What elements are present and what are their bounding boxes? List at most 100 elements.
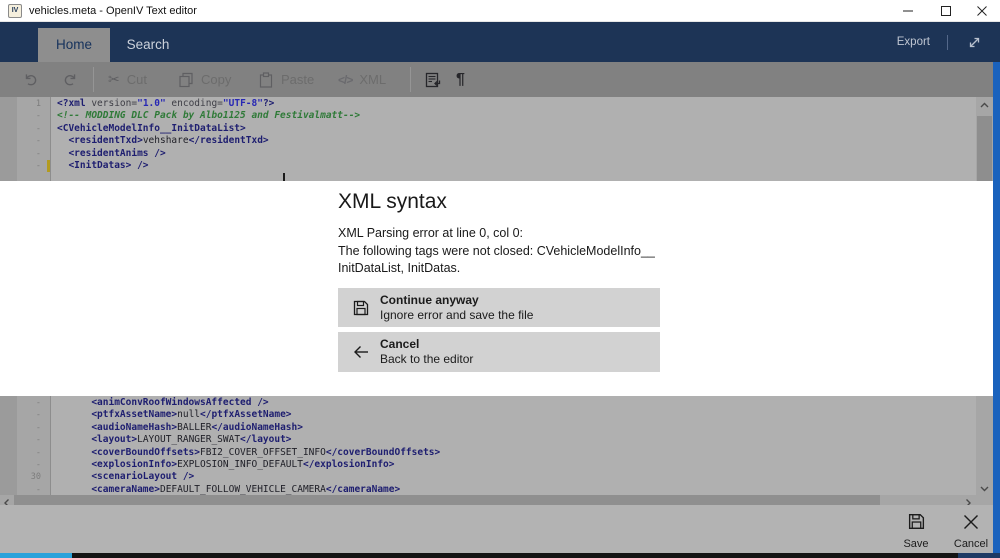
app-icon: IV (8, 4, 22, 18)
export-button[interactable]: Export (897, 22, 930, 62)
taskbar-highlight (0, 553, 72, 558)
continue-anyway-title: Continue anyway (380, 293, 479, 307)
save-button[interactable]: Save (894, 512, 938, 550)
token-tag: </cameraName> (325, 483, 401, 495)
redo-button[interactable] (62, 62, 79, 97)
toolbar-separator (410, 67, 411, 92)
footer-bar: Save Cancel (0, 505, 1000, 553)
dialog-message-line: InitDataList, InitDatas. (338, 261, 461, 275)
window-corner (958, 553, 1000, 558)
ribbon: Home Search Export (0, 22, 1000, 62)
token-tag: </layout> (240, 434, 292, 446)
bottom-code-line[interactable]: - <audioNameHash>BALLER</audioNameHash> (0, 422, 960, 434)
bottom-code-line[interactable]: - <ptfxAssetName>null</ptfxAssetName> (0, 409, 960, 421)
tab-search[interactable]: Search (110, 28, 186, 62)
bottom-code-line[interactable]: - <layout>LAYOUT_RANGER_SWAT</layout> (0, 434, 960, 446)
expand-editor-button[interactable] (967, 35, 982, 50)
top-code-line[interactable]: - <!-- MODDING DLC Pack by Albo1125 and F… (0, 110, 960, 122)
window-accent-border (993, 62, 1000, 553)
token-text: LAYOUT_RANGER_SWAT (137, 434, 241, 446)
token-text: BALLER (177, 421, 212, 433)
scroll-up-arrow-icon[interactable] (979, 98, 990, 116)
token-tag: </explosionInfo> (302, 458, 395, 470)
ribbon-separator (947, 35, 948, 50)
undo-button[interactable] (22, 62, 39, 97)
line-number: - (35, 398, 41, 408)
code-text: <CVehicleModelInfo__InitDataList> (57, 123, 246, 135)
redo-icon (64, 74, 76, 86)
cancel-button[interactable]: Cancel (949, 512, 993, 550)
token-tag: <residentAnims /> (68, 147, 166, 159)
top-code-line[interactable]: - <InitDatas> /> (0, 160, 960, 172)
code-text: <animConvRoofWindowsAffected /> (57, 397, 268, 409)
word-wrap-icon (425, 72, 441, 87)
code-brackets-icon: </> (338, 72, 353, 87)
xml-button[interactable]: </> XML (338, 62, 386, 97)
paste-button[interactable]: Paste (258, 62, 314, 97)
top-code-line[interactable]: 1 <?xml version="1.0" encoding="UTF-8"?> (0, 98, 960, 110)
bottom-code-line[interactable]: 30 <scenarioLayout /> (0, 471, 960, 483)
copy-button[interactable]: Copy (178, 62, 231, 97)
token-tag: <ptfxAssetName> (91, 409, 178, 421)
line-number: - (35, 459, 41, 470)
top-code-line[interactable]: - <CVehicleModelInfo__InitDataList> (0, 123, 960, 135)
minimize-button[interactable] (890, 0, 926, 22)
vertical-scrollbar[interactable] (976, 396, 993, 495)
code-text: <layout>LAYOUT_RANGER_SWAT</layout> (57, 434, 292, 446)
line-number: - (35, 435, 41, 446)
tab-home[interactable]: Home (38, 28, 110, 62)
code-text: <!-- MODDING DLC Pack by Albo1125 and Fe… (57, 110, 360, 122)
show-paragraph-marks-button[interactable]: ¶ (456, 62, 465, 97)
window-title: vehicles.meta - OpenIV Text editor (29, 5, 197, 17)
token-tag: <CVehicleModelInfo__InitDataList> (57, 122, 246, 134)
vertical-scrollbar-thumb[interactable] (977, 116, 992, 181)
code-editor-top[interactable]: 1 <?xml version="1.0" encoding="UTF-8"?> -… (0, 97, 1000, 181)
line-number: - (35, 422, 41, 433)
cut-button[interactable]: ✂ Cut (108, 62, 147, 97)
bottom-code-line[interactable]: - <cameraName>DEFAULT_FOLLOW_VEHICLE_CAM… (0, 484, 960, 495)
continue-anyway-subtitle: Ignore error and save the file (380, 308, 534, 322)
horizontal-scrollbar[interactable] (0, 495, 1000, 507)
horizontal-scrollbar-thumb[interactable] (14, 495, 880, 505)
bottom-code-line[interactable]: - <coverBoundOffsets>FBI2_COVER_OFFSET_I… (0, 447, 960, 459)
vertical-scrollbar[interactable] (976, 97, 993, 181)
code-text: <?xml version="1.0" encoding="UTF-8"?> (57, 98, 274, 110)
bottom-code-line[interactable]: - <animConvRoofWindowsAffected /> (0, 397, 960, 409)
editor-toolbar: ✂ Cut Copy Paste </> XML ¶ (0, 62, 1000, 97)
line-number: 30 (30, 472, 41, 483)
save-icon (353, 300, 369, 315)
word-wrap-button[interactable] (424, 62, 442, 97)
line-number: 1 (35, 99, 41, 109)
cancel-dialog-subtitle: Back to the editor (380, 352, 474, 366)
code-text: <ptfxAssetName>null</ptfxAssetName> (57, 409, 291, 421)
toolbar-separator (93, 67, 94, 92)
code-text: <InitDatas> /> (57, 160, 148, 172)
dialog-message-line: XML Parsing error at line 0, col 0: (338, 226, 524, 240)
openiv-text-editor-window: IV vehicles.meta - OpenIV Text editor Ho… (0, 0, 1000, 558)
token-tag: <cameraName> (91, 483, 160, 495)
code-editor-bottom[interactable]: - <animConvRoofWindowsAffected /> - <ptfx… (0, 396, 1000, 495)
continue-anyway-button[interactable]: Continue anyway Ignore error and save th… (338, 288, 660, 327)
cut-label: Cut (126, 72, 147, 87)
titlebar: IV vehicles.meta - OpenIV Text editor (0, 0, 1000, 22)
token-tag: </audioNameHash> (211, 421, 303, 433)
maximize-button[interactable] (928, 0, 964, 22)
top-code-line[interactable]: - <residentAnims /> (0, 148, 960, 160)
undo-icon (25, 74, 37, 86)
top-code-line[interactable]: - <residentTxd>vehshare</residentTxd> (0, 135, 960, 147)
bottom-code-line[interactable]: - <explosionInfo>EXPLOSION_INFO_DEFAULT<… (0, 459, 960, 471)
token-val: "1.0" (137, 98, 166, 109)
token-text: FBI2_COVER_OFFSET_INFO (200, 446, 326, 458)
cancel-dialog-button[interactable]: Cancel Back to the editor (338, 332, 660, 372)
close-button[interactable] (964, 0, 1000, 22)
token-attr: version= (85, 98, 138, 109)
top-code-line[interactable] (0, 172, 960, 181)
code-text: <residentTxd>vehshare</residentTxd> (57, 135, 268, 147)
line-number: - (35, 447, 41, 458)
code-text: <scenarioLayout /> (57, 471, 194, 483)
